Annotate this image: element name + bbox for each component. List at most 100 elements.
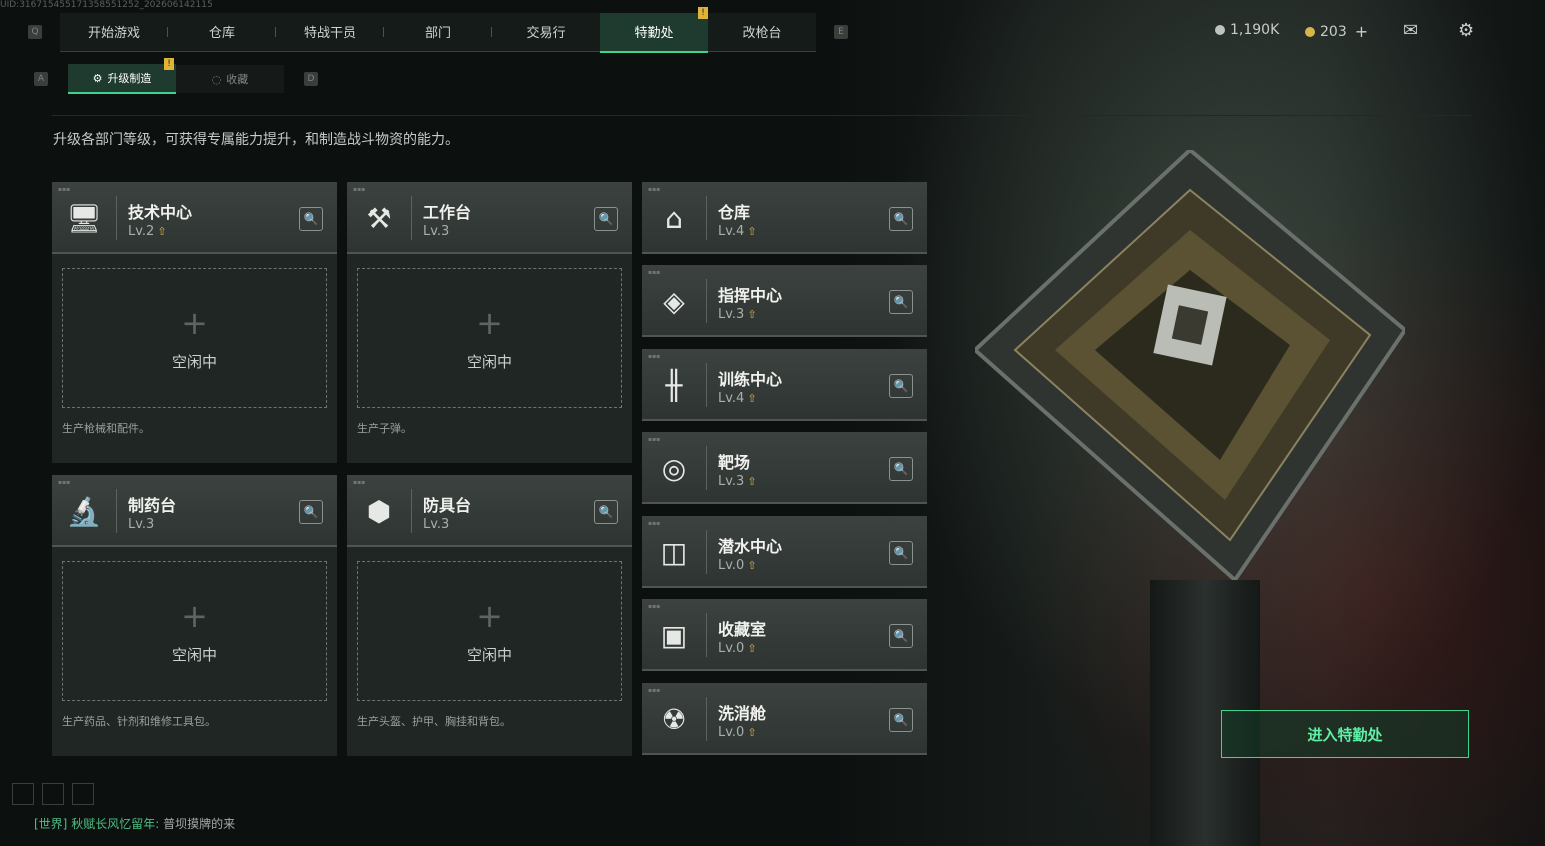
search-icon[interactable]: 🔍 [594,500,618,524]
nav-tabs: 开始游戏 仓库 特战干员 部门 交易行 特勤处 ! 改枪台 [60,6,816,53]
chat-sender: 秋赋长风忆留年: [71,817,160,831]
production-slot: + 空闲中 生产子弹。 [347,254,632,463]
toolbar-slot[interactable] [42,783,64,805]
dept-name: 训练中心 [718,370,783,389]
subtab-label: 升级制造 [107,72,152,85]
dept-level: Lv.0 ⇧ [718,558,757,573]
slot-description: 生产头盔、护甲、胸挂和背包。 [357,715,511,728]
dept-card-tech-center[interactable]: ▪▪▪ 🖥 技术中心 Lv.2 ⇧ 🔍 [52,182,337,254]
dept-card-armor-bench[interactable]: ▪▪▪ ⬢ 防具台 Lv.3 🔍 [347,475,632,547]
tab-trading[interactable]: 交易行 [492,12,600,51]
search-icon[interactable]: 🔍 [299,207,323,231]
dept-level: Lv.0 ⇧ [718,641,757,656]
upgrade-arrow-icon: ⇧ [747,726,757,739]
tab-label: 交易行 [526,26,566,41]
dept-name: 洗消舱 [718,704,767,723]
tab-label: 特战干员 [303,26,356,41]
toolbar-slot[interactable] [72,783,94,805]
slot-status: 空闲中 [171,353,217,371]
plus-icon: + [476,597,503,635]
tab-label: 开始游戏 [87,26,140,41]
gold-amount: 203 [1320,23,1347,40]
tab-operators[interactable]: 特战干员 [276,12,384,51]
tab-start-game[interactable]: 开始游戏 [60,12,168,51]
monitor-icon: 🖥 [66,201,102,235]
chat-message: 普坝摸牌的来 [163,817,236,831]
dumbbell-icon: ╫ [665,368,683,402]
slot-description: 生产子弹。 [357,422,412,435]
production-slot: + 空闲中 生产枪械和配件。 [52,254,337,463]
empty-slot[interactable]: + 空闲中 [62,268,327,408]
uid-text: UID:316715455171358551252_202606142115 [0,0,213,10]
plus-icon: + [181,597,208,635]
dept-level: Lv.3 ⇧ [718,474,757,489]
dept-card-pharmacy[interactable]: ▪▪▪ 🔬 制药台 Lv.3 🔍 [52,475,337,547]
microscope-icon: 🔬 [66,494,102,528]
page-description: 升级各部门等级，可获得专属能力提升，和制造战斗物资的能力。 [53,132,459,148]
settings-gear-icon[interactable]: ⚙ [1458,20,1474,41]
dept-level: Lv.4 ⇧ [718,224,757,239]
dept-card-diving-center[interactable]: ▪▪▪ ◫ 潜水中心 Lv.0 ⇧ 🔍 [642,516,927,588]
search-icon[interactable]: 🔍 [889,624,913,648]
bottom-toolbar [12,783,102,805]
dept-card-command-center[interactable]: ▪▪▪ ◈ 指挥中心 Lv.3 ⇧ 🔍 [642,265,927,337]
dept-name: 潜水中心 [718,537,783,556]
dept-card-warehouse[interactable]: ▪▪▪ ⌂ 仓库 Lv.4 ⇧ 🔍 [642,182,927,254]
search-icon[interactable]: 🔍 [889,374,913,398]
empty-slot[interactable]: + 空闲中 [357,268,622,408]
dept-card-shooting-range[interactable]: ▪▪▪ ◎ 靶场 Lv.3 ⇧ 🔍 [642,432,927,504]
divider [52,115,1472,116]
search-icon[interactable]: 🔍 [889,708,913,732]
tab-departments[interactable]: 部门 [384,12,492,51]
slot-description: 生产药品、针剂和维修工具包。 [62,715,216,728]
search-icon[interactable]: 🔍 [299,500,323,524]
mail-icon[interactable]: ✉ [1403,20,1418,41]
slot-status: 空闲中 [466,353,512,371]
chat-channel: [世界] [34,817,68,831]
dept-name: 指挥中心 [718,286,783,305]
search-icon[interactable]: 🔍 [889,541,913,565]
dept-name: 收藏室 [718,620,767,639]
dept-card-training-center[interactable]: ▪▪▪ ╫ 训练中心 Lv.4 ⇧ 🔍 [642,349,927,421]
dept-level: Lv.0 ⇧ [718,725,757,740]
subnav-left-key-hint: A [34,72,48,86]
dept-card-workbench[interactable]: ▪▪▪ ⚒ 工作台 Lv.3 🔍 [347,182,632,254]
search-icon[interactable]: 🔍 [594,207,618,231]
search-icon[interactable]: 🔍 [889,207,913,231]
nav-right-key-hint: E [834,25,848,39]
slot-description: 生产枪械和配件。 [62,422,150,435]
upgrade-arrow-icon: ⇧ [747,475,757,488]
plus-icon: + [476,304,503,342]
chat-line[interactable]: [世界] 秋赋长风忆留年: 普坝摸牌的来 [34,815,235,832]
tab-warehouse[interactable]: 仓库 [168,12,276,51]
add-currency-button[interactable]: + [1355,22,1368,41]
empty-slot[interactable]: + 空闲中 [357,561,622,701]
command-icon: ◈ [663,284,685,318]
upgrade-arrow-icon: ⇧ [747,642,757,655]
dept-card-decontamination[interactable]: ▪▪▪ ☢ 洗消舱 Lv.0 ⇧ 🔍 [642,683,927,755]
special-ops-cube-illustration [975,150,1405,580]
collection-icon: ▣ [660,618,688,652]
production-slot: + 空闲中 生产药品、针剂和维修工具包。 [52,547,337,756]
blocks-icon: ⬢ [366,494,392,528]
enter-special-ops-button[interactable]: 进入特勤处 [1221,710,1469,758]
upgrade-arrow-icon: ⇧ [747,225,757,238]
tab-gunsmith[interactable]: 改枪台 [708,12,816,51]
subtab-upgrade-craft[interactable]: ⚙ 升级制造 ! [68,58,176,94]
search-icon[interactable]: 🔍 [889,290,913,314]
storage-icon: ⌂ [665,201,683,235]
dept-name: 靶场 [718,453,751,472]
search-icon[interactable]: 🔍 [889,457,913,481]
silver-amount: 1,190K [1230,22,1280,38]
subtab-collection[interactable]: ◌ 收藏 [176,65,284,93]
craft-icon: ⚙ [92,71,103,85]
toolbar-slot[interactable] [12,783,34,805]
empty-slot[interactable]: + 空闲中 [62,561,327,701]
silver-currency: 1,190K [1215,22,1279,38]
tab-special-ops[interactable]: 特勤处 ! [600,6,708,53]
upgrade-arrow-icon: ⇧ [747,308,757,321]
dept-card-collection-room[interactable]: ▪▪▪ ▣ 收藏室 Lv.0 ⇧ 🔍 [642,599,927,671]
dept-level: Lv.3 [423,517,450,532]
gold-currency: 203 + [1305,22,1368,41]
tab-label: 部门 [424,26,451,41]
